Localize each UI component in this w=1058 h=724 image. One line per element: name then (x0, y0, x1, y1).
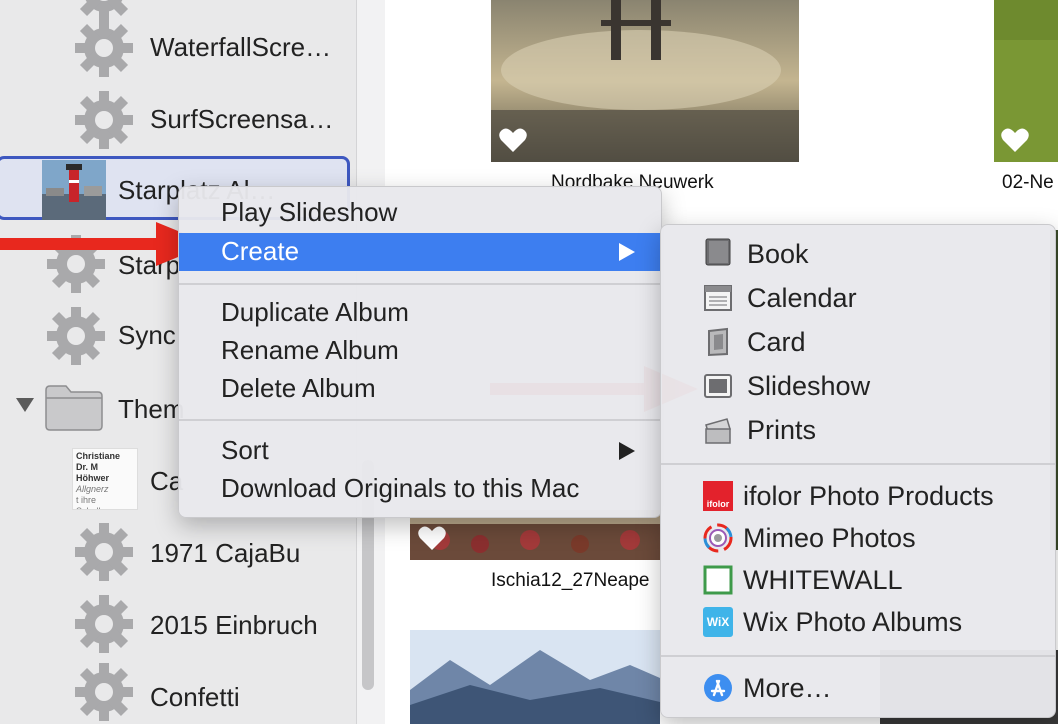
context-menu: Play Slideshow Create Duplicate Album Re… (178, 186, 662, 518)
submenu-item-mimeo[interactable]: Mimeo Photos (743, 523, 916, 554)
heart-icon[interactable] (498, 126, 528, 154)
menu-item-delete-album[interactable]: Delete Album (221, 373, 376, 404)
document-thumbnail: Christiane Dr. M Höhwer Allgnerz t ihre … (72, 448, 138, 510)
sidebar-item-label[interactable]: 1971 CajaBu (150, 538, 300, 569)
calendar-icon (704, 285, 732, 311)
menu-separator (661, 463, 1055, 465)
submenu-arrow-icon (619, 442, 635, 460)
gear-icon (75, 663, 133, 721)
gear-icon (75, 19, 133, 77)
menu-separator (661, 655, 1055, 657)
menu-item-duplicate-album[interactable]: Duplicate Album (221, 297, 409, 328)
mimeo-icon (703, 523, 733, 553)
album-thumbnail (42, 160, 106, 220)
photo-thumbnail[interactable] (491, 0, 799, 162)
sidebar-item-label[interactable]: WaterfallScre… (150, 32, 331, 63)
submenu-item-card[interactable]: Card (747, 327, 806, 358)
heart-icon[interactable] (417, 524, 447, 552)
sidebar-item-label[interactable]: Them (118, 394, 184, 425)
create-submenu: Book Calendar Card Slideshow Prints ifol… (660, 224, 1056, 718)
slideshow-icon (704, 374, 732, 398)
heart-icon[interactable] (1000, 126, 1030, 154)
sidebar-item-label[interactable]: SurfScreensa… (150, 104, 334, 135)
submenu-item-more[interactable]: More… (743, 673, 832, 704)
menu-item-create[interactable]: Create (221, 236, 299, 267)
sidebar-item-label[interactable]: Sync (118, 320, 176, 351)
menu-item-sort[interactable]: Sort (221, 435, 269, 466)
menu-separator (179, 419, 661, 421)
submenu-item-ifolor[interactable]: ifolor Photo Products (743, 481, 994, 512)
submenu-item-whitewall[interactable]: WHITEWALL (743, 565, 903, 596)
submenu-item-wix[interactable]: Wix Photo Albums (743, 607, 962, 638)
wix-icon: WiX (703, 607, 733, 637)
doc-thumb-line: Christiane Dr. M (76, 451, 121, 472)
ifolor-icon: ifolor (703, 481, 733, 511)
app-store-icon (704, 674, 732, 702)
gear-icon (75, 595, 133, 653)
card-icon (708, 327, 728, 357)
sidebar-item-label[interactable]: 2015 Einbruch (150, 610, 318, 641)
submenu-item-prints[interactable]: Prints (747, 415, 816, 446)
photo-thumbnail[interactable] (410, 630, 660, 724)
submenu-arrow-icon (619, 243, 635, 261)
menu-item-download-originals[interactable]: Download Originals to this Mac (221, 473, 579, 504)
photo-caption: 02-Ne (1002, 172, 1054, 193)
gear-icon (75, 523, 133, 581)
submenu-item-book[interactable]: Book (747, 239, 809, 270)
prints-icon (705, 418, 731, 444)
menu-separator (179, 283, 661, 285)
sidebar-item-label[interactable]: Confetti (150, 682, 240, 713)
photo-caption: Ischia12_27Neape (491, 570, 650, 591)
folder-icon (45, 385, 103, 431)
doc-thumb-line: Höhwer (76, 473, 110, 483)
doc-thumb-line: Allgnerz (76, 484, 109, 494)
disclosure-triangle-icon[interactable] (16, 398, 34, 412)
whitewall-icon (703, 565, 733, 595)
menu-item-rename-album[interactable]: Rename Album (221, 335, 399, 366)
submenu-item-calendar[interactable]: Calendar (747, 283, 857, 314)
gear-icon (75, 91, 133, 149)
doc-thumb-line: t ihre Schulkame (76, 495, 121, 509)
menu-item-play-slideshow[interactable]: Play Slideshow (221, 197, 397, 228)
gear-icon (47, 307, 105, 365)
submenu-item-slideshow[interactable]: Slideshow (747, 371, 870, 402)
book-icon (705, 238, 731, 266)
